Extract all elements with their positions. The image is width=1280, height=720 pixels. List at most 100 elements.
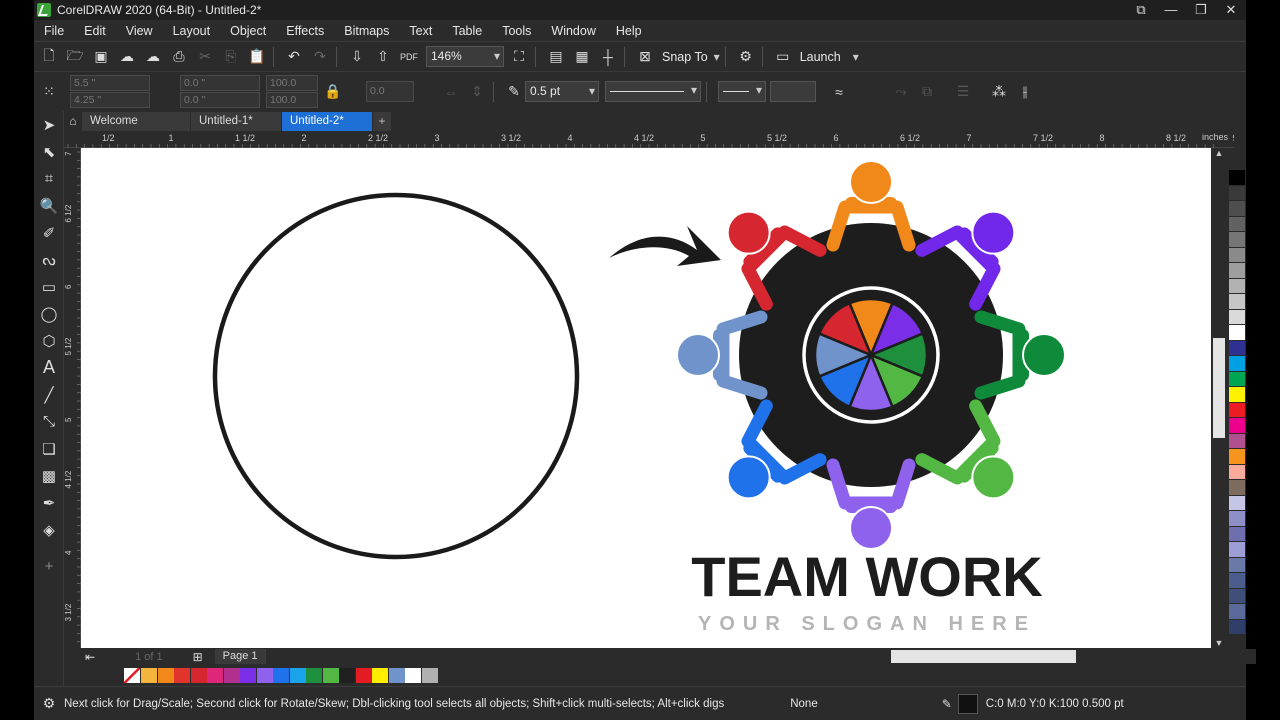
palette-swatch[interactable] bbox=[223, 668, 240, 683]
palette-swatch[interactable] bbox=[1229, 433, 1245, 449]
new-tab-button[interactable]: + bbox=[373, 112, 391, 131]
close-button[interactable]: ✕ bbox=[1216, 0, 1246, 20]
palette-swatch[interactable] bbox=[1229, 278, 1245, 294]
palette-swatch[interactable] bbox=[1229, 588, 1245, 604]
menu-layout[interactable]: Layout bbox=[173, 24, 211, 38]
palette-swatch[interactable] bbox=[1229, 325, 1245, 341]
vertical-scrollbar[interactable]: ▲ ▼ bbox=[1211, 148, 1227, 648]
cloud-upload-icon[interactable]: ☁ bbox=[142, 46, 164, 68]
pick-tool-icon[interactable]: ➤ bbox=[34, 111, 64, 138]
launch-dropdown[interactable]: Launch bbox=[800, 50, 841, 64]
palette-swatch[interactable] bbox=[1229, 185, 1245, 201]
snap-to-dropdown[interactable]: Snap To bbox=[662, 50, 708, 64]
scale-y-field[interactable]: 100.0 bbox=[266, 92, 318, 108]
print-icon[interactable]: ⎙ bbox=[168, 46, 190, 68]
polygon-tool-icon[interactable]: ⬡ bbox=[34, 327, 64, 354]
palette-swatch[interactable] bbox=[1229, 449, 1245, 465]
scale-x-field[interactable]: 100.0 bbox=[266, 75, 318, 91]
palette-swatch[interactable] bbox=[1229, 511, 1245, 527]
empty-circle-shape[interactable] bbox=[212, 192, 580, 560]
drop-shadow-tool-icon[interactable]: ❏ bbox=[34, 435, 64, 462]
palette-swatch[interactable] bbox=[1229, 371, 1245, 387]
horizontal-scrollbar[interactable] bbox=[701, 649, 1256, 664]
add-page-icon[interactable]: ⊞ bbox=[193, 650, 203, 664]
menu-tools[interactable]: Tools bbox=[502, 24, 531, 38]
palette-swatch[interactable] bbox=[1229, 573, 1245, 589]
scroll-down-icon[interactable]: ▼ bbox=[1211, 638, 1227, 648]
align-distribute-icon[interactable]: ⫲ bbox=[1014, 81, 1036, 103]
lock-ratio-icon[interactable]: 🔒 bbox=[322, 81, 344, 103]
palette-swatch[interactable] bbox=[256, 668, 273, 683]
palette-swatch[interactable] bbox=[1229, 170, 1245, 186]
palette-swatch[interactable] bbox=[1229, 619, 1245, 635]
horizontal-scroll-thumb[interactable] bbox=[891, 650, 1076, 663]
menu-table[interactable]: Table bbox=[452, 24, 482, 38]
restore-button[interactable]: ❐ bbox=[1186, 0, 1216, 20]
palette-swatch[interactable] bbox=[388, 668, 405, 683]
artistic-media-tool-icon[interactable]: ᔓ bbox=[34, 246, 64, 273]
wrap-text-icon[interactable]: ⤳ bbox=[890, 81, 912, 103]
palette-swatch[interactable] bbox=[1229, 232, 1245, 248]
options-gear-icon[interactable]: ⚙ bbox=[735, 46, 757, 68]
page-tab[interactable]: Page 1 bbox=[214, 649, 266, 664]
palette-swatch[interactable] bbox=[1229, 216, 1245, 232]
palette-swatch[interactable] bbox=[289, 668, 306, 683]
palette-swatch[interactable] bbox=[157, 668, 174, 683]
fill-indicator[interactable]: None bbox=[790, 698, 818, 710]
outline-width-select[interactable]: 0.5 pt bbox=[525, 81, 599, 102]
palette-swatch[interactable] bbox=[1229, 604, 1245, 620]
menu-bitmaps[interactable]: Bitmaps bbox=[344, 24, 389, 38]
tab-untitled-2[interactable]: Untitled-2* bbox=[282, 112, 372, 131]
palette-swatch[interactable] bbox=[405, 668, 421, 683]
palette-swatch[interactable] bbox=[339, 668, 355, 683]
menu-window[interactable]: Window bbox=[551, 24, 595, 38]
curved-arrow-shape[interactable] bbox=[609, 226, 721, 266]
text-tool-icon[interactable]: A bbox=[34, 354, 64, 381]
teamwork-logo[interactable] bbox=[676, 160, 1066, 550]
crop-tool-icon[interactable]: ⌗ bbox=[34, 165, 64, 192]
freehand-tool-icon[interactable]: ✐ bbox=[34, 219, 64, 246]
end-arrowhead-select[interactable] bbox=[770, 81, 816, 102]
transparency-tool-icon[interactable]: ▩ bbox=[34, 462, 64, 489]
menu-effects[interactable]: Effects bbox=[286, 24, 324, 38]
launch-icon[interactable]: ▭ bbox=[772, 46, 794, 68]
palette-swatch[interactable] bbox=[372, 668, 388, 683]
cloud-download-icon[interactable]: ☁ bbox=[116, 46, 138, 68]
tab-welcome-screen[interactable]: Welcome Screen bbox=[82, 112, 190, 146]
palette-swatch[interactable] bbox=[1229, 201, 1245, 217]
eyedropper-tool-icon[interactable]: ✒ bbox=[34, 489, 64, 516]
export-icon[interactable]: ⇧ bbox=[372, 46, 394, 68]
outline-indicator[interactable]: C:0 M:0 Y:0 K:100 0.500 pt bbox=[986, 698, 1124, 710]
palette-swatch[interactable] bbox=[1229, 480, 1245, 496]
minimize-button[interactable]: — bbox=[1156, 0, 1186, 20]
palette-swatch[interactable] bbox=[174, 668, 190, 683]
vertical-scroll-thumb[interactable] bbox=[1213, 338, 1225, 438]
width-field[interactable]: 0.0 " bbox=[180, 75, 260, 91]
drawing-canvas[interactable]: TEAM WORK YOUR SLOGAN HERE bbox=[81, 148, 1211, 648]
first-page-icon[interactable]: ⇤ bbox=[85, 650, 95, 664]
palette-swatch[interactable] bbox=[1229, 495, 1245, 511]
palette-swatch[interactable] bbox=[240, 668, 256, 683]
menu-edit[interactable]: Edit bbox=[84, 24, 106, 38]
new-document-icon[interactable]: 🗋 bbox=[38, 46, 60, 68]
palette-swatch[interactable] bbox=[1229, 247, 1245, 263]
shape-tool-icon[interactable]: ⬉ bbox=[34, 138, 64, 165]
undo-icon[interactable]: ↶ bbox=[283, 46, 305, 68]
ellipse-tool-icon[interactable]: ◯ bbox=[34, 300, 64, 327]
show-grid-icon[interactable]: ▦ bbox=[571, 46, 593, 68]
copy-icon[interactable]: ⎘ bbox=[220, 46, 242, 68]
palette-swatch[interactable] bbox=[1229, 402, 1245, 418]
palette-swatch[interactable] bbox=[1229, 542, 1245, 558]
parallel-dimension-tool-icon[interactable]: ╱ bbox=[34, 381, 64, 408]
full-screen-icon[interactable]: ⛶ bbox=[508, 46, 530, 68]
line-style-select[interactable] bbox=[605, 81, 701, 102]
app-menu-icon[interactable]: ⧉ bbox=[1126, 0, 1156, 20]
connector-tool-icon[interactable]: ⤡ bbox=[34, 408, 64, 435]
rectangle-tool-icon[interactable]: ▭ bbox=[34, 273, 64, 300]
quick-trace-icon[interactable]: ⁂ bbox=[988, 81, 1010, 103]
palette-swatch[interactable] bbox=[1229, 464, 1245, 480]
to-back-icon[interactable]: ☰ bbox=[952, 81, 974, 103]
palette-swatch[interactable] bbox=[1229, 356, 1245, 372]
palette-swatch[interactable] bbox=[273, 668, 289, 683]
menu-object[interactable]: Object bbox=[230, 24, 266, 38]
